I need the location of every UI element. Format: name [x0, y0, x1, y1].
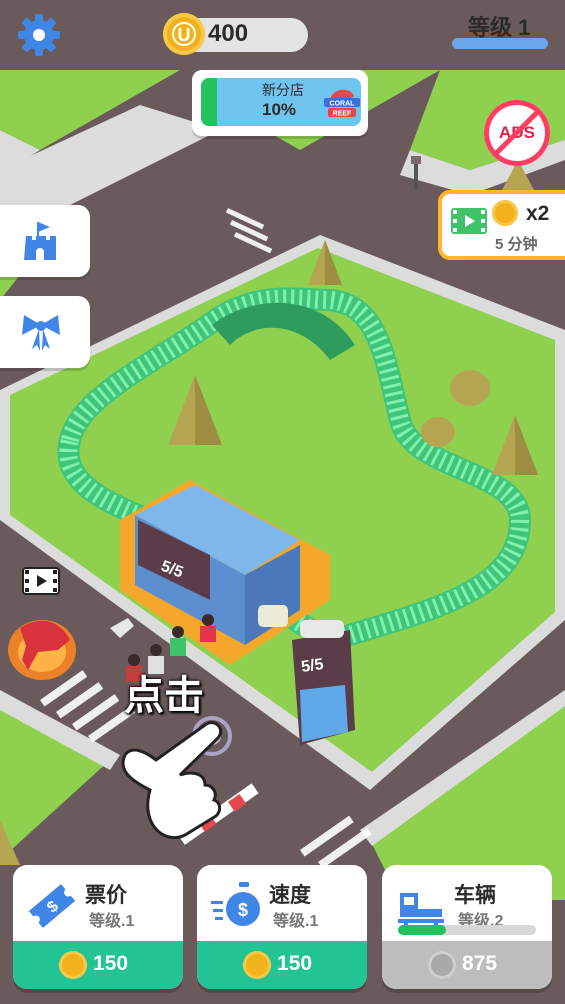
level-progress-bar — [452, 38, 548, 49]
coin-icon — [59, 951, 87, 979]
svg-text:CORAL: CORAL — [330, 101, 356, 108]
boost-multiplier: x2 — [526, 202, 550, 225]
queue-sign: 5/5 — [300, 656, 324, 676]
upgrade-title: 速度 — [269, 884, 311, 907]
new-store-title: 新分店 — [262, 82, 304, 98]
upgrade-ticket-button[interactable]: 150 — [13, 941, 183, 989]
coin-icon: U — [163, 13, 205, 55]
bow-icon — [22, 315, 60, 351]
upgrade-speed-button[interactable]: 150 — [197, 941, 367, 989]
ticket-icon: $ — [28, 884, 76, 928]
upgrade-title: 车辆 — [454, 884, 496, 907]
vehicle-card: 车辆 等级.2 875 — [382, 865, 552, 989]
coral-reef-logo: CORAL REEF — [324, 89, 360, 118]
castle-icon — [24, 222, 56, 260]
coin-balance: 400 — [208, 20, 249, 47]
gear-icon — [18, 14, 60, 56]
video-icon — [451, 208, 487, 234]
upgrade-price: 875 — [462, 952, 498, 975]
upgrade-price: 150 — [93, 952, 129, 975]
coin-icon — [243, 951, 271, 979]
decoration-tab[interactable] — [0, 296, 90, 368]
ticket-price-card: $ 票价 等级.1 150 — [13, 865, 183, 989]
upgrade-vehicle-button[interactable]: 875 — [382, 941, 552, 989]
upgrade-price: 150 — [277, 952, 313, 975]
svg-text:REEF: REEF — [333, 111, 352, 118]
new-store-percent: 10% — [262, 100, 297, 119]
upgrade-title: 票价 — [85, 884, 127, 907]
vehicle-progress-fill — [398, 925, 446, 935]
coin-icon — [428, 951, 456, 979]
upgrade-level: 等级.1 — [273, 913, 319, 930]
speed-card: $ 速度 等级.1 150 — [197, 865, 367, 989]
stopwatch-dollar-icon: $ — [211, 882, 260, 926]
park-scene: 5/5 5/5 — [0, 0, 565, 1004]
upgrade-level: 等级.1 — [89, 913, 135, 930]
castle-tab[interactable] — [0, 205, 90, 277]
video-ad-icon[interactable] — [22, 567, 60, 595]
svg-text:$: $ — [238, 900, 248, 920]
coin-icon — [492, 200, 518, 226]
new-store-progress-fill — [201, 78, 217, 126]
boost-duration: 5 分钟 — [495, 236, 538, 253]
settings-button[interactable] — [14, 10, 64, 60]
tap-hint-text: 点击 — [124, 674, 204, 718]
